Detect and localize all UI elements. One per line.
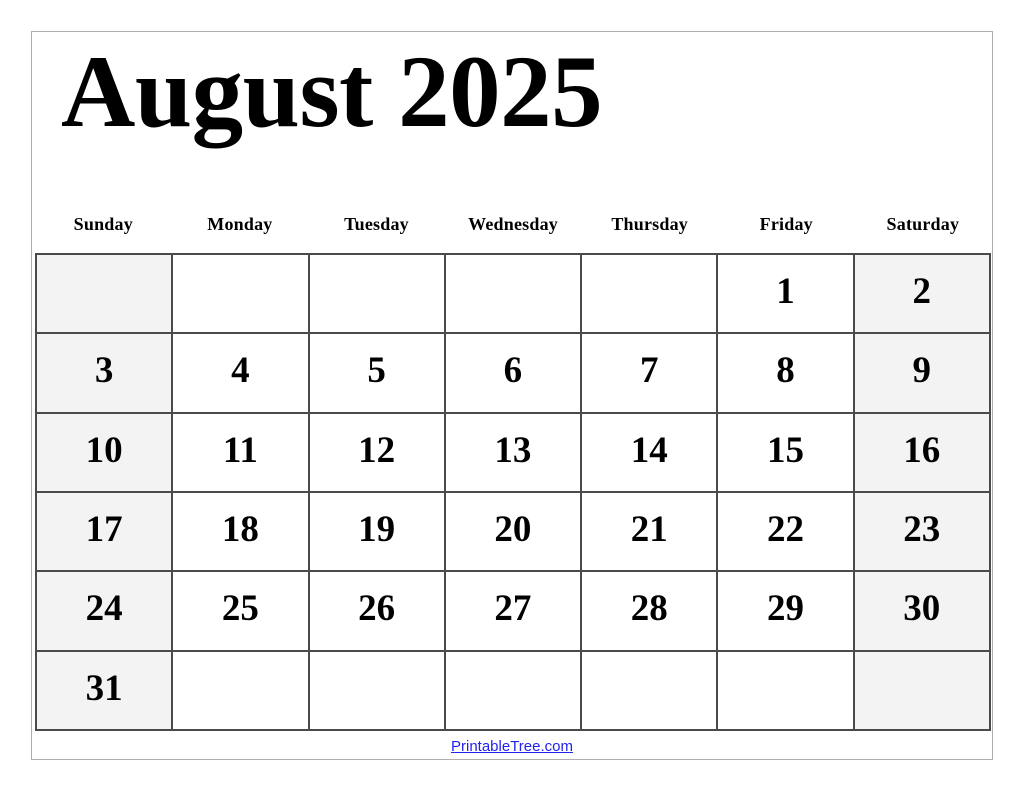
- day-number: 5: [367, 350, 386, 392]
- day-cell-18[interactable]: 18: [173, 492, 310, 573]
- day-number: 10: [85, 429, 123, 471]
- weekday-header-thursday: Thursday: [611, 214, 688, 234]
- calendar-grid: 1 2 3 4 5 6 7 8 9 10 11 12 13 14 15 16 17 18 19 20 21 22 23 24 2…: [35, 253, 991, 731]
- day-number: 21: [630, 509, 668, 551]
- day-cell-13[interactable]: 13: [445, 413, 583, 493]
- day-cell-19[interactable]: 19: [309, 492, 446, 573]
- day-cell-5[interactable]: 5: [309, 334, 446, 414]
- day-cell-10[interactable]: 10: [37, 413, 174, 493]
- day-cell-2[interactable]: 2: [854, 255, 991, 335]
- day-cell-empty[interactable]: [309, 255, 446, 335]
- day-number: 26: [358, 588, 396, 630]
- day-number: 11: [222, 429, 258, 471]
- day-cell-4[interactable]: 4: [173, 334, 310, 414]
- day-cell-empty[interactable]: [173, 651, 310, 731]
- weekday-header-row: Sunday Monday Tuesday Wednesday Thursday Frid…: [35, 214, 991, 235]
- day-cell-21[interactable]: 21: [582, 492, 719, 573]
- day-number: 27: [494, 588, 532, 630]
- day-number: 2: [912, 271, 931, 313]
- calendar-week-row: 17 18 19 20 21 22 23: [37, 492, 991, 573]
- day-cell-6[interactable]: 6: [445, 334, 583, 414]
- calendar-page: August 2025 Sunday Monday Tuesday Wednesday…: [31, 31, 993, 760]
- day-number: 16: [903, 429, 941, 471]
- day-cell-empty[interactable]: [37, 255, 174, 335]
- day-cell-empty[interactable]: [718, 651, 855, 731]
- footer: PrintableTree.com: [32, 732, 992, 760]
- weekday-header-wednesday: Wednesday: [468, 214, 558, 234]
- day-number: 28: [630, 588, 668, 630]
- day-number: 29: [766, 588, 804, 630]
- day-cell-8[interactable]: 8: [718, 334, 855, 414]
- day-number: 4: [231, 350, 250, 392]
- day-cell-25[interactable]: 25: [173, 572, 310, 652]
- day-number: 3: [94, 350, 114, 392]
- day-number: 19: [358, 509, 396, 551]
- day-cell-1[interactable]: 1: [718, 255, 855, 335]
- weekday-header-friday: Friday: [759, 214, 813, 234]
- day-number: 13: [494, 429, 532, 471]
- day-cell-empty[interactable]: [309, 651, 446, 731]
- calendar-title-bar: August 2025: [32, 32, 992, 182]
- day-number: 17: [85, 509, 123, 551]
- day-cell-15[interactable]: 15: [718, 413, 855, 493]
- day-cell-3[interactable]: 3: [37, 334, 174, 414]
- day-number: 9: [912, 350, 931, 392]
- day-cell-23[interactable]: 23: [854, 492, 991, 573]
- day-number: 23: [903, 509, 941, 551]
- day-number: 8: [776, 350, 795, 392]
- day-number: 12: [358, 429, 396, 471]
- day-cell-11[interactable]: 11: [173, 413, 310, 493]
- day-cell-empty[interactable]: [854, 651, 991, 731]
- day-cell-7[interactable]: 7: [582, 334, 719, 414]
- day-cell-empty[interactable]: [582, 255, 719, 335]
- weekday-header-saturday: Saturday: [886, 214, 960, 234]
- day-cell-empty[interactable]: [173, 255, 310, 335]
- day-cell-17[interactable]: 17: [37, 492, 174, 573]
- day-number: 20: [494, 509, 532, 551]
- day-cell-9[interactable]: 9: [854, 334, 991, 414]
- day-cell-22[interactable]: 22: [718, 492, 855, 573]
- day-number: 31: [85, 667, 123, 709]
- day-number: 24: [85, 588, 123, 630]
- day-number: 22: [766, 509, 804, 551]
- day-number: 7: [639, 350, 659, 392]
- day-cell-14[interactable]: 14: [582, 413, 719, 493]
- calendar-week-row: 12: [37, 255, 991, 335]
- day-number: 30: [903, 588, 941, 630]
- page-title: August 2025: [61, 35, 603, 149]
- day-number: 1: [776, 271, 795, 313]
- day-cell-empty[interactable]: [582, 651, 719, 731]
- day-cell-26[interactable]: 26: [309, 572, 446, 652]
- day-cell-empty[interactable]: [445, 255, 583, 335]
- day-number: 14: [630, 429, 668, 471]
- calendar-week-row: 3 4 5 6 7 8 9: [37, 334, 991, 414]
- day-number: 25: [221, 588, 259, 630]
- day-cell-27[interactable]: 27: [445, 572, 583, 652]
- day-cell-20[interactable]: 20: [445, 492, 583, 573]
- weekday-header-tuesday: Tuesday: [344, 214, 409, 234]
- weekday-header-sunday: Sunday: [73, 214, 133, 234]
- day-cell-29[interactable]: 29: [718, 572, 855, 652]
- calendar-week-row: 24 25 26 27 28 29 30: [37, 572, 991, 652]
- calendar-week-row: 10 11 12 13 14 15 16: [37, 413, 991, 493]
- day-cell-28[interactable]: 28: [582, 572, 719, 652]
- weekday-header-monday: Monday: [207, 214, 273, 234]
- day-number: 6: [503, 350, 523, 392]
- day-cell-empty[interactable]: [445, 651, 583, 731]
- day-cell-16[interactable]: 16: [854, 413, 991, 493]
- day-number: 18: [221, 509, 259, 551]
- day-cell-30[interactable]: 30: [854, 572, 991, 652]
- day-cell-12[interactable]: 12: [309, 413, 446, 493]
- footer-link-printabletree[interactable]: PrintableTree.com: [451, 738, 573, 755]
- day-cell-24[interactable]: 24: [37, 572, 174, 652]
- day-number: 15: [766, 429, 804, 471]
- day-cell-31[interactable]: 31: [37, 651, 174, 731]
- calendar-week-row: 31: [37, 651, 991, 731]
